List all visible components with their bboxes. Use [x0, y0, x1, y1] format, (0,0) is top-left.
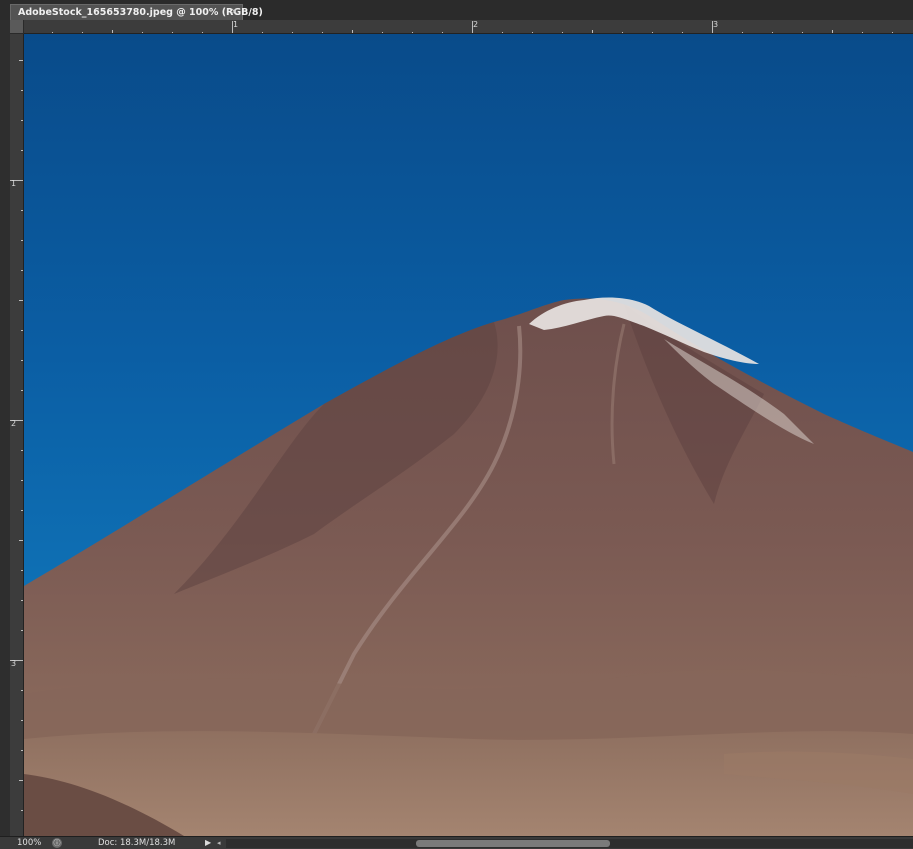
horizontal-ruler-ticks — [52, 21, 893, 33]
ruler-origin-corner[interactable] — [10, 20, 24, 34]
document-tab-bar: AdobeStock_165653780.jpeg @ 100% (RGB/8)… — [0, 0, 913, 21]
horizontal-scrollbar[interactable] — [226, 839, 913, 848]
close-tab-icon[interactable]: × — [230, 5, 238, 20]
photoshop-document-window: AdobeStock_165653780.jpeg @ 100% (RGB/8)… — [0, 0, 913, 849]
left-panel-edge — [0, 20, 10, 836]
horizontal-ruler[interactable]: 1 2 3 — [24, 20, 913, 34]
document-tab[interactable]: AdobeStock_165653780.jpeg @ 100% (RGB/8)… — [10, 4, 263, 20]
document-tab-title: AdobeStock_165653780.jpeg @ 100% (RGB/8) — [18, 7, 263, 18]
document-size-info[interactable]: Doc: 18.3M/18.3M — [98, 837, 175, 849]
ruler-left-label-1: 1 — [11, 179, 17, 188]
status-bar: 100% ⓘ Doc: 18.3M/18.3M ▶ ◂ — [0, 836, 913, 849]
info-icon[interactable]: ⓘ — [52, 838, 62, 848]
scroll-left-arrow-icon[interactable]: ◂ — [217, 837, 221, 849]
ruler-left-label-2: 2 — [11, 419, 17, 428]
mountain-photo — [24, 34, 913, 836]
status-menu-arrow-icon[interactable]: ▶ — [205, 837, 211, 849]
vertical-ruler-ticks — [10, 60, 23, 811]
zoom-level[interactable]: 100% — [17, 837, 41, 849]
ruler-left-label-3: 3 — [11, 659, 17, 668]
vertical-ruler[interactable]: 1 2 3 — [10, 34, 24, 836]
image-canvas[interactable] — [24, 34, 913, 836]
ruler-top-label-2: 2 — [473, 20, 479, 29]
ruler-top-label-3: 3 — [713, 20, 719, 29]
ruler-top-label-1: 1 — [233, 20, 239, 29]
horizontal-scrollbar-thumb[interactable] — [416, 840, 610, 847]
